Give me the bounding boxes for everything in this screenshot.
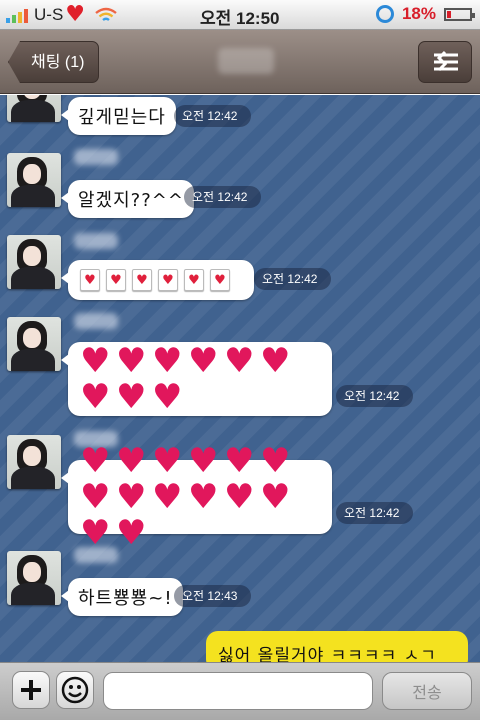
- smiley-icon: [61, 676, 89, 704]
- message-bubble[interactable]: 하트뿅뿅~!: [61, 578, 183, 616]
- message-text: 싫어 올릴거야 ㅋㅋㅋㅋ ㅅㄱ: [218, 646, 437, 662]
- message-time: 오전 12:43: [174, 585, 252, 607]
- message-bubble[interactable]: 깊게믿는다: [61, 97, 176, 135]
- heart-card-icon: ♥: [132, 269, 152, 291]
- avatar[interactable]: [7, 95, 61, 122]
- avatar[interactable]: [7, 551, 61, 605]
- heart-card-icon: ♥: [106, 269, 126, 291]
- menu-button[interactable]: [418, 41, 472, 83]
- heart-icon: ♥: [224, 477, 255, 517]
- message-bubble[interactable]: ♥ ♥ ♥ ♥ ♥ ♥: [61, 260, 254, 300]
- message-text: 알겠지??^^: [78, 190, 184, 211]
- status-bar: U-S ♥ 오전 12:50 18%: [0, 0, 480, 30]
- rotation-lock-icon: [375, 5, 394, 23]
- message-time: 오전 12:42: [174, 105, 252, 127]
- avatar[interactable]: [7, 317, 61, 371]
- my-message-bubble[interactable]: 싫어 올릴거야 ㅋㅋㅋㅋ ㅅㄱ: [206, 631, 468, 662]
- back-button[interactable]: 채팅 (1): [8, 41, 100, 83]
- chat-title: [218, 48, 274, 74]
- chat-area[interactable]: 깊게믿는다 오전 12:42 알겠지??^^ 오전 12:42 ♥ ♥ ♥ ♥ ♥ ♥ 오…: [0, 95, 480, 662]
- heart-card-icon: ♥: [158, 269, 178, 291]
- message-bubble[interactable]: 알겠지??^^: [61, 180, 194, 218]
- battery-icon: [444, 7, 475, 21]
- heart-icon: ♥: [152, 477, 183, 517]
- battery-percent-unit: %: [420, 4, 436, 23]
- message-time: 오전 12:42: [336, 502, 414, 524]
- heart-icon: ♥: [116, 441, 147, 481]
- message-bubble[interactable]: ♥ ♥ ♥ ♥ ♥ ♥ ♥ ♥ ♥ ♥ ♥ ♥ ♥ ♥: [61, 444, 332, 550]
- heart-icon: ♥: [65, 1, 86, 27]
- plus-icon: [21, 680, 41, 700]
- wifi-icon: [95, 7, 117, 21]
- battery-percent: 18%: [402, 4, 436, 24]
- message-time: 오전 12:42: [336, 385, 414, 407]
- sender-name: [74, 547, 118, 563]
- emoticon-button[interactable]: [56, 671, 94, 709]
- heart-icon: ♥: [260, 477, 291, 517]
- carrier-name: U-S: [34, 4, 64, 24]
- heart-card-icon: ♥: [80, 269, 100, 291]
- avatar[interactable]: [7, 435, 61, 489]
- heart-icon: ♥: [260, 441, 291, 481]
- battery-fill: [447, 10, 452, 18]
- heart-icon: ♥: [260, 341, 291, 381]
- input-bar: 전송: [0, 662, 480, 720]
- heart-icon: ♥: [80, 477, 111, 517]
- status-clock: 오전 12:50: [200, 9, 280, 28]
- heart-icon: ♥: [80, 513, 111, 553]
- heart-icon: ♥: [80, 341, 111, 381]
- add-attachment-button[interactable]: [12, 671, 50, 709]
- avatar[interactable]: [7, 153, 61, 207]
- message-time: 오전 12:42: [254, 268, 332, 290]
- message-input[interactable]: [103, 672, 373, 710]
- heart-icon: ♥: [152, 377, 183, 417]
- heart-icon: ♥: [188, 477, 219, 517]
- send-button[interactable]: 전송: [382, 672, 472, 710]
- message-bubble[interactable]: ♥ ♥ ♥ ♥ ♥ ♥ ♥ ♥ ♥: [61, 341, 332, 417]
- avatar[interactable]: [7, 235, 61, 289]
- heart-icon: ♥: [80, 441, 111, 481]
- heart-icon: ♥: [188, 341, 219, 381]
- heart-icon: ♥: [224, 441, 255, 481]
- heart-icon: ♥: [224, 341, 255, 381]
- heart-icon: ♥: [116, 341, 147, 381]
- sender-name: [74, 313, 118, 329]
- sender-name: [74, 233, 118, 249]
- heart-icon: ♥: [80, 377, 111, 417]
- heart-icon: ♥: [188, 441, 219, 481]
- heart-icon: ♥: [152, 441, 183, 481]
- settings-icon: [434, 50, 458, 72]
- heart-icon: ♥: [116, 513, 147, 553]
- heart-card-icon: ♥: [184, 269, 204, 291]
- message-time: 오전 12:42: [184, 186, 262, 208]
- message-text: 깊게믿는다: [78, 107, 166, 128]
- message-text: 하트뿅뿅~!: [78, 588, 173, 609]
- nav-bar: 채팅 (1): [0, 30, 480, 94]
- heart-card-icon: ♥: [210, 269, 230, 291]
- signal-icon: [6, 7, 28, 23]
- heart-icon: ♥: [116, 477, 147, 517]
- heart-icon: ♥: [152, 341, 183, 381]
- sender-name: [74, 149, 118, 165]
- battery-percent-value: 18: [401, 4, 421, 23]
- heart-icon: ♥: [116, 377, 147, 417]
